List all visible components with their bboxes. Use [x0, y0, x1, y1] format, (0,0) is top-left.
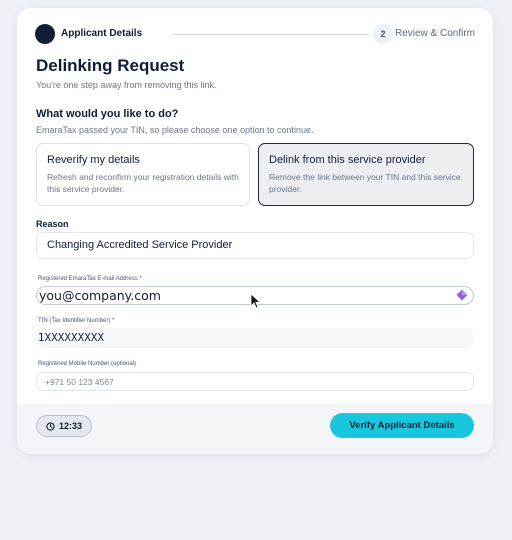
timer-value: 12:33 — [58, 421, 83, 431]
tin-label: TIN (Tax Identifier Number) * — [38, 318, 115, 324]
option-reverify-description: Refresh and reconfirm your registration … — [47, 172, 239, 194]
mobile-label: Registered Mobile Number (optional) — [38, 361, 137, 367]
page-title: Delinking Request — [36, 56, 185, 75]
autofill-icon[interactable] — [456, 289, 468, 301]
mouse-cursor-icon — [250, 293, 262, 309]
step-1-label: Applicant Details — [61, 28, 143, 39]
delinking-card: Applicant Details 2 Review & Confirm Del… — [17, 8, 493, 454]
verify-applicant-details-button[interactable]: Verify Applicant Details — [330, 413, 474, 438]
step-connector — [173, 34, 369, 35]
option-delink-title: Delink from this service provider — [269, 154, 426, 166]
page-subtitle: You're one step away from removing this … — [36, 80, 217, 90]
card-footer: 12:33 Verify Applicant Details — [17, 404, 493, 454]
step-2-indicator: 2 — [373, 24, 393, 44]
option-reverify-title: Reverify my details — [47, 154, 140, 166]
question-hint: EmaraTax passed your TIN, so please choo… — [36, 125, 314, 135]
option-reverify[interactable]: Reverify my details Refresh and reconfir… — [36, 143, 250, 206]
reason-select[interactable]: Changing Accredited Service Provider — [36, 232, 474, 259]
step-2-label: Review & Confirm — [394, 28, 475, 39]
option-delink[interactable]: Delink from this service provider Remove… — [258, 143, 474, 206]
progress-stepper: Applicant Details 2 Review & Confirm — [35, 23, 475, 45]
clock-icon — [46, 421, 55, 431]
email-label: Registered EmaraTax E-mail Address * — [38, 276, 142, 282]
option-delink-description: Remove the link between your TIN and thi… — [269, 172, 461, 194]
mobile-field[interactable] — [36, 372, 474, 391]
reason-label: Reason — [36, 219, 69, 229]
session-timer: 12:33 — [36, 415, 92, 437]
tin-field: 1XXXXXXXXX — [36, 328, 474, 348]
step-1-indicator — [35, 24, 55, 44]
question-heading: What would you like to do? — [36, 108, 179, 120]
